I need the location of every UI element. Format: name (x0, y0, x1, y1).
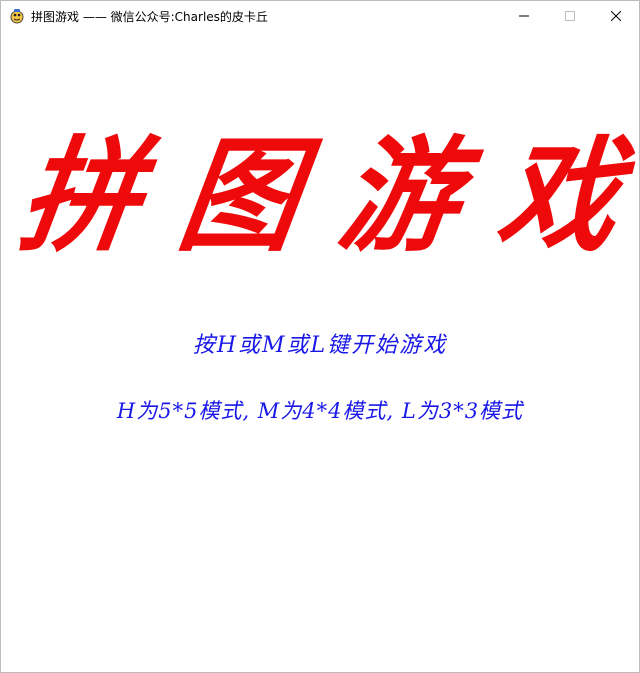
maximize-button[interactable] (547, 1, 593, 31)
window-title: 拼图游戏 —— 微信公众号:Charles的皮卡丘 (31, 9, 268, 24)
start-instruction: 按H或M或L键开始游戏 (192, 333, 448, 358)
title-bar[interactable]: 拼图游戏 —— 微信公众号:Charles的皮卡丘 (1, 1, 639, 31)
maximize-icon (565, 11, 575, 21)
minimize-button[interactable] (501, 1, 547, 31)
game-title-char: 拼 (11, 122, 151, 269)
game-window: 拼图游戏 —— 微信公众号:Charles的皮卡丘 拼 图 游 戏 按H或M或L… (0, 0, 640, 673)
game-title-char: 戏 (490, 122, 629, 269)
game-title: 拼 图 游 戏 (1, 122, 639, 269)
game-title-char: 游 (330, 122, 470, 269)
mode-description: H为5*5模式, M为4*4模式, L为3*3模式 (116, 399, 524, 423)
minimize-icon (519, 15, 529, 17)
close-button[interactable] (593, 1, 639, 31)
pygame-snake-icon (9, 8, 25, 24)
game-title-char: 图 (171, 122, 310, 269)
game-canvas[interactable]: 拼 图 游 戏 按H或M或L键开始游戏 H为5*5模式, M为4*4模式, L为… (1, 31, 639, 672)
close-icon (611, 11, 621, 21)
window-controls (501, 1, 639, 31)
